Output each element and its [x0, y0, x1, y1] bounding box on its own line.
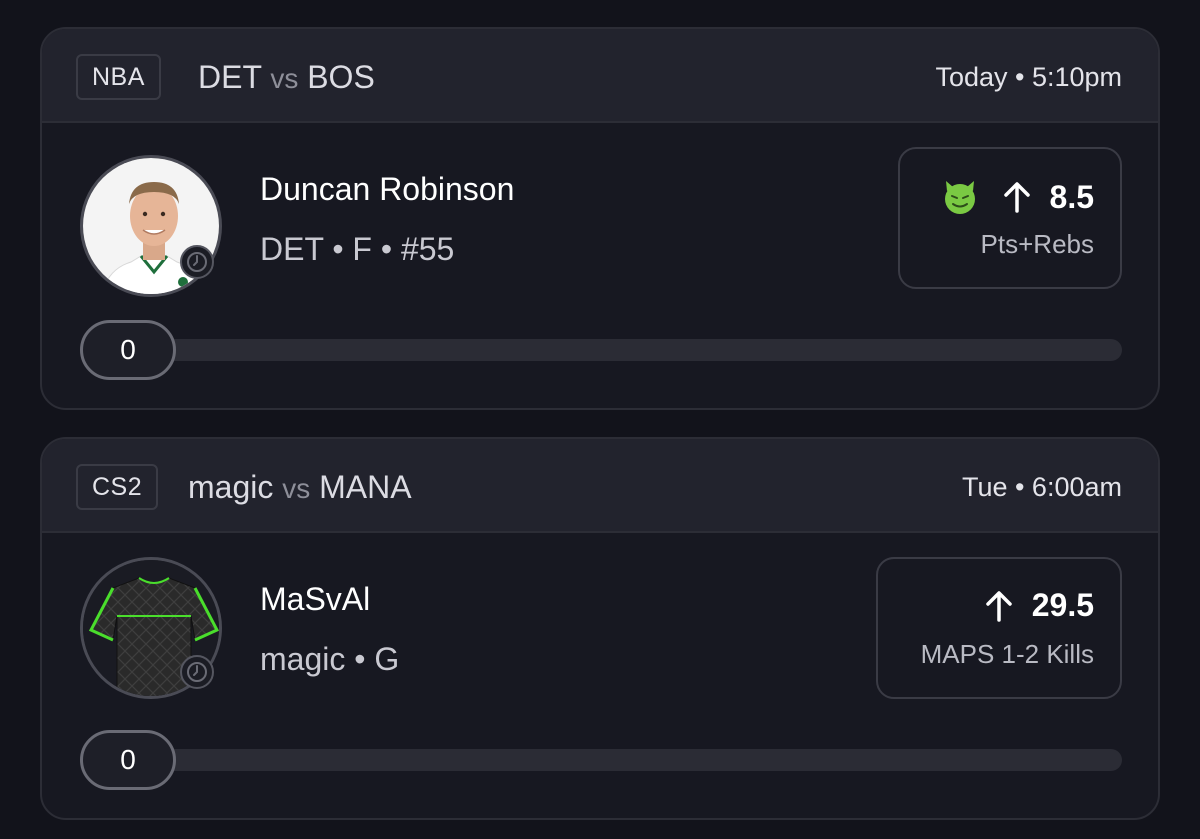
matchup: magic vs MANA [188, 467, 412, 509]
vs-label: vs [282, 473, 311, 504]
vs-label: vs [270, 63, 299, 94]
player-name: Duncan Robinson [260, 171, 515, 207]
matchup: DET vs BOS [198, 57, 375, 99]
game-header: NBA DET vs BOS Today • 5:10pm [42, 29, 1158, 123]
projection-line-box[interactable]: 29.5 MAPS 1-2 Kills [876, 557, 1122, 699]
player-name: MaSvAl [260, 581, 371, 617]
projection-line-box[interactable]: 8.5 Pts+Rebs [898, 147, 1122, 289]
team-b: BOS [307, 59, 375, 95]
game-time: Today • 5:10pm [935, 62, 1122, 92]
game-header: CS2 magic vs MANA Tue • 6:00am [42, 439, 1158, 533]
arrow-up-icon [985, 590, 1012, 622]
player-meta: magic • G [260, 641, 400, 677]
clock-icon [180, 655, 214, 689]
projection-card-1[interactable]: NBA DET vs BOS Today • 5:10pm Duncan Rob… [40, 27, 1160, 410]
progress-track [80, 749, 1122, 771]
progress-value: 0 [80, 730, 176, 790]
line-row: 8.5 [940, 177, 1094, 217]
progress-value: 0 [80, 320, 176, 380]
clock-icon [180, 245, 214, 279]
line-row: 29.5 [984, 587, 1094, 624]
progress-track [80, 339, 1122, 361]
team-a: DET [198, 59, 262, 95]
team-b: MANA [319, 469, 412, 505]
devil-emoji-icon [944, 181, 975, 214]
line-value: 29.5 [1031, 587, 1094, 623]
projection-card-2[interactable]: CS2 magic vs MANA Tue • 6:00am MaSvAl ma… [40, 437, 1160, 820]
line-value: 8.5 [1049, 178, 1094, 215]
line-stat: MAPS 1-2 Kills [920, 639, 1094, 669]
game-time: Tue • 6:00am [961, 472, 1122, 502]
arrow-up-icon [1003, 182, 1030, 213]
player-meta: DET • F • #55 [260, 231, 455, 267]
line-stat: Pts+Rebs [980, 229, 1094, 259]
league-badge: CS2 [76, 464, 159, 510]
team-a: magic [188, 469, 274, 505]
league-badge: NBA [76, 54, 161, 100]
